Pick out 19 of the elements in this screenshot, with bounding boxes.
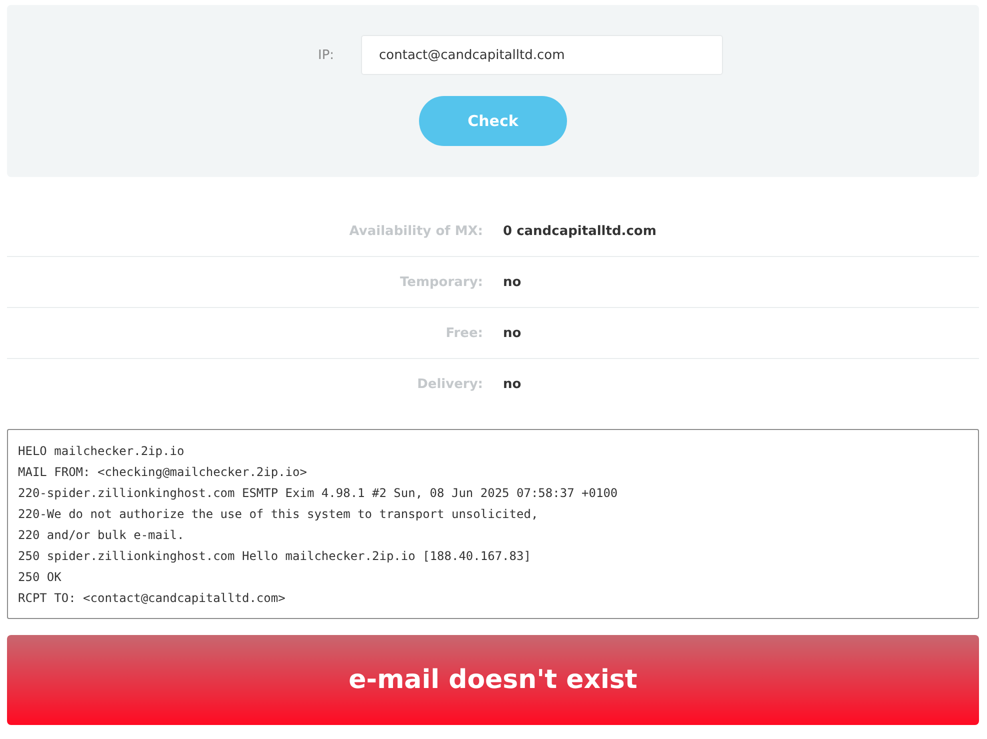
- result-label: Free:: [444, 326, 483, 340]
- result-value: no: [503, 326, 522, 340]
- result-value: no: [503, 274, 522, 290]
- log-line: HELO mailchecker.2ip.io: [18, 443, 186, 460]
- log-line: 220-We do not authorize the use of this system to transport unsolicited,: [18, 506, 540, 523]
- log-line: MAIL FROM: <checking@mailchecker.2ip.io>: [18, 464, 308, 481]
- result-value: no: [503, 376, 522, 392]
- result-label: Delivery:: [416, 376, 483, 392]
- result-label: Temporary:: [398, 274, 483, 290]
- email-input-field[interactable]: contact@candcapitalltd.com: [361, 35, 723, 75]
- result-banner: e-mail doesn't exist: [7, 635, 979, 725]
- result-value: 0 candcapitalltd.com: [503, 224, 656, 238]
- log-line: RCPT TO: <contact@candcapitalltd.com>: [18, 590, 286, 607]
- log-line: 250 OK: [18, 569, 62, 586]
- log-line: 220-spider.zillionkinghost.com ESMTP Exim 4.98.1 #2 Sun, 08 Jun 2025 07:58:37 +0100: [18, 485, 619, 502]
- log-line: 250 spider.zillionkinghost.com Hello mailchecker.2ip.io [188.40.167.83]: [18, 548, 532, 565]
- result-label: Availability of MX:: [348, 224, 483, 238]
- ip-label: IP:: [318, 48, 336, 62]
- log-line: 220 and/or bulk e-mail.: [18, 527, 186, 544]
